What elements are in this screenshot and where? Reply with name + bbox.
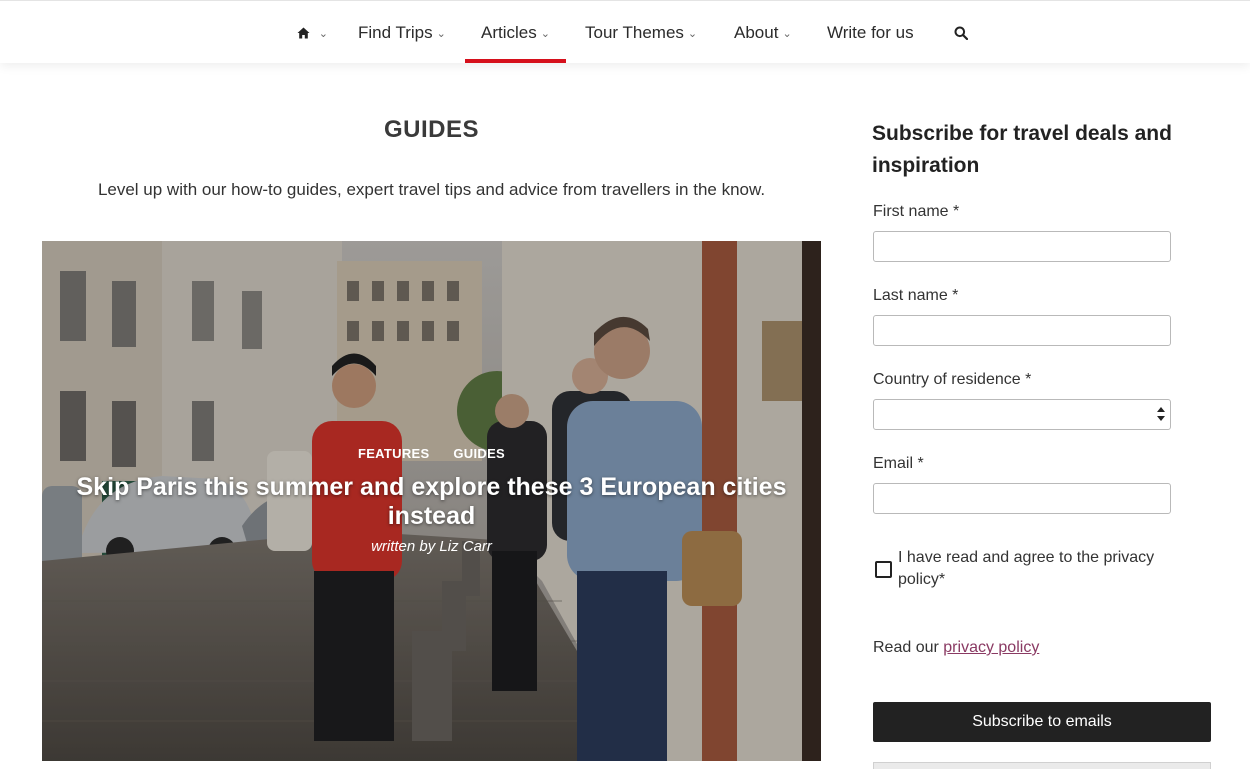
top-navigation: ⌄ Find Trips ⌄ Articles ⌄ Tour Themes ⌄ Abo… [0,0,1250,63]
page-description: Level up with our how-to guides, expert … [97,180,766,199]
consent-checkbox[interactable] [875,561,892,578]
featured-article-author: written by Liz Carr [371,538,492,555]
captcha-widget[interactable] [873,762,1211,769]
category-features[interactable]: FEATURES [358,446,430,461]
privacy-prefix: Read our [873,639,939,656]
chevron-down-icon: ⌄ [540,28,550,40]
nav-tour-themes-label: Tour Themes [585,23,684,42]
privacy-notice: Read our privacy policy [873,639,1039,657]
email-field[interactable] [873,483,1171,514]
chevron-down-icon: ⌄ [687,28,698,40]
search-icon [954,26,969,41]
country-select[interactable] [873,399,1171,430]
nav-write-for-us-label: Write for us [827,23,914,42]
subscribe-heading: Subscribe for travel deals and inspirati… [872,122,1172,177]
email-label: Email * [873,455,924,472]
chevron-down-icon: ⌄ [436,28,446,40]
nav-about[interactable]: About ⌄ [734,1,792,63]
page-title: GUIDES [383,116,479,143]
featured-article-title[interactable]: Skip Paris this summer and explore these… [57,473,806,531]
category-guides[interactable]: GUIDES [453,446,505,461]
nav-write-for-us[interactable]: Write for us [827,1,914,63]
consent-label: I have read and agree to the privacy pol… [898,549,1155,588]
home-icon [297,27,310,39]
first-name-field[interactable] [873,231,1171,262]
search-button[interactable] [954,1,969,63]
chevron-down-icon: ⌄ [782,28,792,40]
select-arrows-icon [1157,407,1165,421]
country-label: Country of residence * [873,371,1032,388]
chevron-down-icon: ⌄ [318,28,328,40]
last-name-field[interactable] [873,315,1171,346]
privacy-policy-link[interactable]: privacy policy [943,639,1039,656]
nav-find-trips[interactable]: Find Trips ⌄ [358,1,446,63]
first-name-label: First name * [873,203,960,220]
nav-articles-label: Articles [481,23,537,42]
article-categories: FEATURES GUIDES [42,446,821,461]
last-name-label: Last name * [873,287,959,304]
nav-find-trips-label: Find Trips [358,23,433,42]
subscribe-button[interactable]: Subscribe to emails [873,702,1211,742]
featured-article-card[interactable]: FEATURES GUIDES Skip Paris this summer a… [42,241,821,761]
nav-about-label: About [734,23,779,42]
nav-home[interactable]: ⌄ [297,1,328,63]
nav-articles[interactable]: Articles ⌄ [465,1,566,63]
nav-tour-themes[interactable]: Tour Themes ⌄ [585,1,697,63]
